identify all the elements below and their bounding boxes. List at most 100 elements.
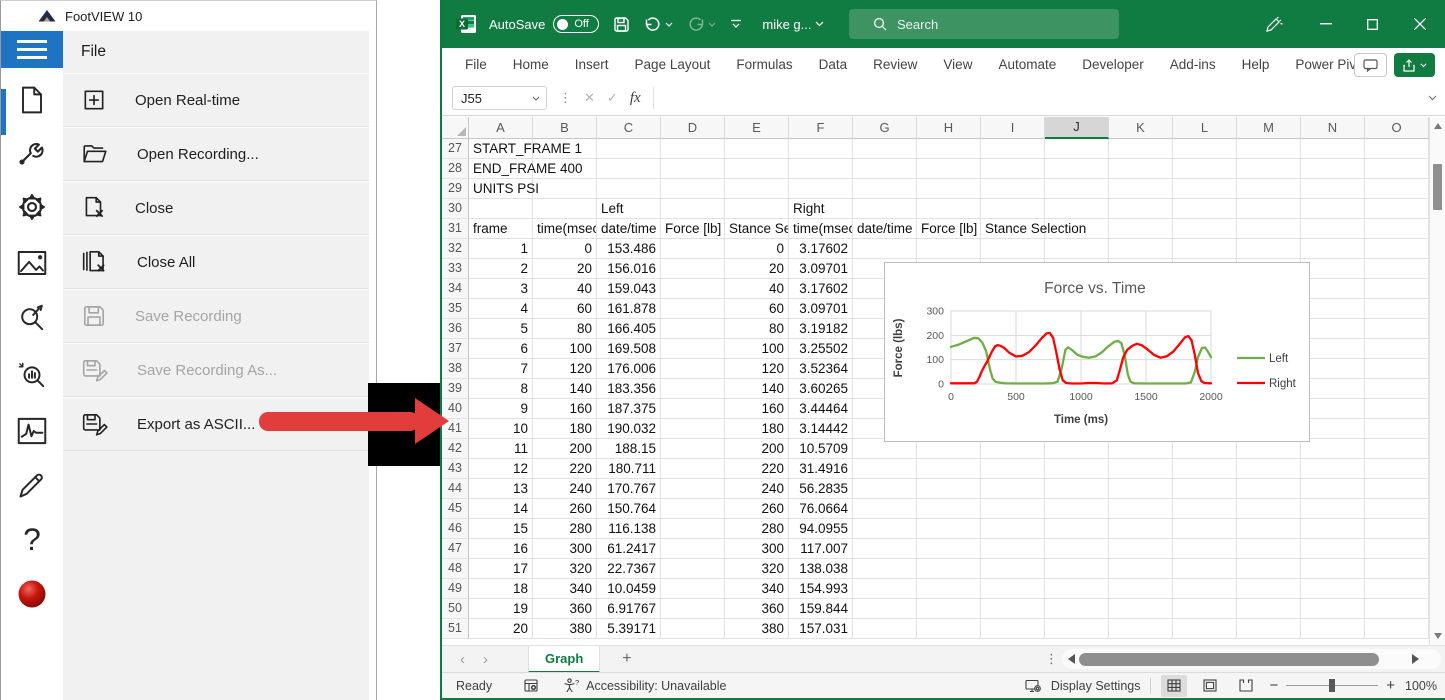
cell-C27[interactable] [597,139,661,159]
cell-N31[interactable] [1301,219,1365,239]
cell-O47[interactable] [1365,539,1429,559]
menu-item-open-recording[interactable]: Open Recording... [63,127,369,181]
cell-G47[interactable] [853,539,917,559]
cell-M50[interactable] [1237,599,1301,619]
row-header-43[interactable]: 43 [442,459,469,479]
scroll-up-arrow-icon[interactable] [1434,123,1442,129]
zoom-level-label[interactable]: 100% [1405,679,1437,693]
cell-O38[interactable] [1365,359,1429,379]
ribbon-tab-add-ins[interactable]: Add-ins [1157,48,1229,81]
cell-A30[interactable] [469,199,533,219]
sheet-nav-next-icon[interactable]: › [483,651,488,668]
cell-B36[interactable]: 80 [533,319,597,339]
cell-M49[interactable] [1237,579,1301,599]
cell-D43[interactable] [661,459,725,479]
column-header-N[interactable]: N [1301,117,1365,139]
cell-N30[interactable] [1301,199,1365,219]
column-header-C[interactable]: C [597,117,661,139]
row-header-29[interactable]: 29 [442,179,469,199]
whats-new-megaphone-icon[interactable] [1251,0,1297,48]
cell-D46[interactable] [661,519,725,539]
cell-H47[interactable] [917,539,981,559]
cell-H43[interactable] [917,459,981,479]
cell-K44[interactable] [1109,479,1173,499]
redo-button[interactable] [687,16,716,33]
cell-I42[interactable] [981,439,1045,459]
ribbon-tab-page-layout[interactable]: Page Layout [622,48,724,81]
page-layout-view-button[interactable] [1197,675,1223,697]
cell-H31[interactable]: Force [lb] [917,219,981,239]
cell-N35[interactable] [1301,299,1365,319]
cell-I51[interactable] [981,619,1045,639]
help-icon[interactable]: ? [20,522,44,556]
cell-N40[interactable] [1301,399,1365,419]
cell-F35[interactable]: 3.09701 [789,299,853,319]
column-header-J[interactable]: J [1045,117,1109,139]
cell-G46[interactable] [853,519,917,539]
cell-J49[interactable] [1045,579,1109,599]
cell-C38[interactable]: 176.006 [597,359,661,379]
cell-F36[interactable]: 3.19182 [789,319,853,339]
cell-E28[interactable] [725,159,789,179]
cell-O41[interactable] [1365,419,1429,439]
cell-E27[interactable] [725,139,789,159]
cell-J44[interactable] [1045,479,1109,499]
cell-A35[interactable]: 4 [469,299,533,319]
cell-D32[interactable] [661,239,725,259]
cell-N37[interactable] [1301,339,1365,359]
cell-J46[interactable] [1045,519,1109,539]
cell-E45[interactable]: 260 [725,499,789,519]
cell-M48[interactable] [1237,559,1301,579]
cell-I49[interactable] [981,579,1045,599]
cell-I46[interactable] [981,519,1045,539]
row-header-46[interactable]: 46 [442,519,469,539]
cell-A34[interactable]: 3 [469,279,533,299]
cell-N29[interactable] [1301,179,1365,199]
row-header-34[interactable]: 34 [442,279,469,299]
cell-L51[interactable] [1173,619,1237,639]
cell-B38[interactable]: 120 [533,359,597,379]
cell-N43[interactable] [1301,459,1365,479]
cell-D49[interactable] [661,579,725,599]
ribbon-tab-home[interactable]: Home [500,48,562,81]
cell-L50[interactable] [1173,599,1237,619]
cell-B34[interactable]: 40 [533,279,597,299]
cell-I44[interactable] [981,479,1045,499]
image-icon[interactable] [17,250,47,276]
cell-B40[interactable]: 160 [533,399,597,419]
cell-I31[interactable]: Stance Selection [981,219,1045,239]
record-icon[interactable] [16,578,48,610]
zoom-data-icon[interactable] [17,361,47,391]
row-header-32[interactable]: 32 [442,239,469,259]
cell-I30[interactable] [981,199,1045,219]
display-settings-label[interactable]: Display Settings [1051,679,1141,693]
ribbon-tab-data[interactable]: Data [806,48,861,81]
cell-A40[interactable]: 9 [469,399,533,419]
cell-M43[interactable] [1237,459,1301,479]
minimize-button[interactable] [1303,0,1349,48]
cell-N38[interactable] [1301,359,1365,379]
cell-H48[interactable] [917,559,981,579]
cell-O33[interactable] [1365,259,1429,279]
cell-D29[interactable] [661,179,725,199]
cell-H42[interactable] [917,439,981,459]
column-header-I[interactable]: I [981,117,1045,139]
cell-L45[interactable] [1173,499,1237,519]
cell-N34[interactable] [1301,279,1365,299]
cell-F34[interactable]: 3.17602 [789,279,853,299]
cell-F42[interactable]: 10.5709 [789,439,853,459]
scroll-right-arrow-icon[interactable] [1412,654,1419,664]
cell-D35[interactable] [661,299,725,319]
cell-D28[interactable] [661,159,725,179]
normal-view-button[interactable] [1161,675,1187,697]
cell-D47[interactable] [661,539,725,559]
cell-C32[interactable]: 153.486 [597,239,661,259]
cell-K48[interactable] [1109,559,1173,579]
comments-button[interactable] [1354,53,1387,77]
cell-J30[interactable] [1045,199,1109,219]
formula-bar-kebab-icon[interactable]: ⋮ [559,90,572,106]
cell-G51[interactable] [853,619,917,639]
row-header-36[interactable]: 36 [442,319,469,339]
cell-C50[interactable]: 6.91767 [597,599,661,619]
cell-E51[interactable]: 380 [725,619,789,639]
